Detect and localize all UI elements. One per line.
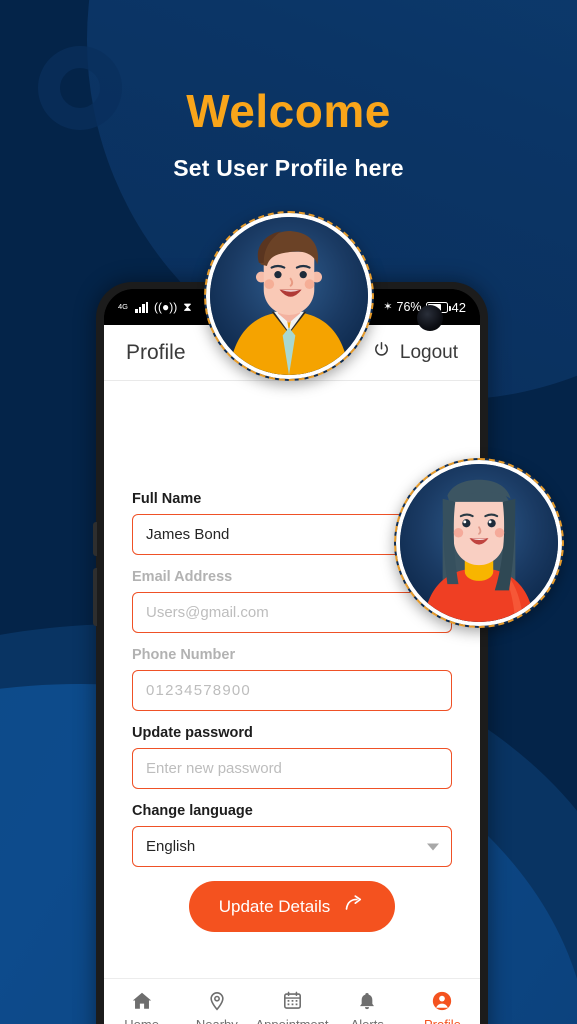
update-details-button[interactable]: Update Details bbox=[188, 881, 396, 932]
nav-item-home[interactable]: Home bbox=[104, 990, 179, 1024]
nav-item-appointment[interactable]: Appointment bbox=[254, 990, 329, 1024]
app-screen: Profile Logout Full Name James Bond Emai… bbox=[104, 325, 480, 1024]
submit-row: Update Details bbox=[132, 881, 452, 932]
bluetooth-icon: ✶ bbox=[383, 300, 393, 313]
phone-screen-area: 4G ((●)) ⧗ ✶ 76% 42 Profile Logout Full … bbox=[104, 289, 480, 1024]
hero-headings: Welcome Set User Profile here bbox=[0, 86, 577, 182]
language-select-value[interactable]: English bbox=[132, 826, 452, 867]
home-icon bbox=[131, 990, 153, 1012]
bottom-navigation: Home Nearby Appointment Alerts Profile bbox=[104, 978, 480, 1024]
field-password: Update password Enter new password bbox=[132, 725, 452, 789]
nav-item-nearby[interactable]: Nearby bbox=[179, 990, 254, 1024]
update-details-label: Update Details bbox=[218, 896, 331, 916]
phone-volume-button bbox=[93, 522, 97, 556]
power-icon bbox=[372, 340, 391, 365]
calendar-icon bbox=[282, 990, 303, 1012]
male-avatar-illustration bbox=[228, 231, 350, 375]
field-label-phone: Phone Number bbox=[132, 647, 236, 663]
app-bar-title: Profile bbox=[126, 340, 186, 364]
clock-label: 42 bbox=[451, 299, 466, 315]
chevron-down-icon bbox=[427, 843, 439, 850]
hotspot-icon: ((●)) bbox=[154, 300, 178, 314]
page-subtitle: Set User Profile here bbox=[173, 154, 404, 181]
signal-bars-icon bbox=[135, 301, 149, 313]
nav-label-profile: Profile bbox=[423, 1016, 461, 1024]
female-avatar-disc bbox=[400, 464, 558, 622]
screenshot-root: Welcome Set User Profile here 4G ((●)) ⧗… bbox=[0, 0, 577, 1024]
female-avatar bbox=[394, 458, 564, 628]
field-label-password: Update password bbox=[132, 725, 253, 741]
logout-button[interactable]: Logout bbox=[372, 340, 458, 365]
male-avatar bbox=[204, 211, 374, 381]
phone-input[interactable]: 01234578900 bbox=[132, 670, 452, 711]
female-avatar-illustration bbox=[423, 479, 535, 622]
field-language: Change language English bbox=[132, 803, 452, 867]
page-title: Welcome bbox=[186, 85, 391, 137]
nav-label-appointment: Appointment bbox=[255, 1016, 329, 1024]
password-input[interactable]: Enter new password bbox=[132, 748, 452, 789]
nav-label-alerts: Alerts bbox=[350, 1016, 384, 1024]
front-camera-punch-hole bbox=[417, 305, 443, 331]
location-pin-icon bbox=[207, 990, 227, 1012]
logout-label: Logout bbox=[399, 341, 458, 363]
phone-power-button bbox=[93, 568, 97, 626]
network-type-label: 4G bbox=[118, 302, 129, 312]
forward-arrow-icon bbox=[343, 894, 365, 919]
user-circle-icon bbox=[431, 990, 453, 1012]
nav-item-profile[interactable]: Profile bbox=[405, 990, 480, 1024]
phone-mockup: 4G ((●)) ⧗ ✶ 76% 42 Profile Logout Full … bbox=[93, 282, 488, 1024]
bell-icon bbox=[357, 990, 377, 1012]
hourglass-icon: ⧗ bbox=[183, 300, 192, 314]
nav-label-home: Home bbox=[124, 1016, 159, 1024]
nav-item-alerts[interactable]: Alerts bbox=[330, 990, 405, 1024]
language-select[interactable]: English bbox=[132, 826, 452, 867]
male-avatar-disc bbox=[210, 217, 368, 375]
field-phone: Phone Number 01234578900 bbox=[132, 647, 452, 711]
nav-label-nearby: Nearby bbox=[195, 1016, 238, 1024]
field-label-language: Change language bbox=[132, 803, 253, 819]
